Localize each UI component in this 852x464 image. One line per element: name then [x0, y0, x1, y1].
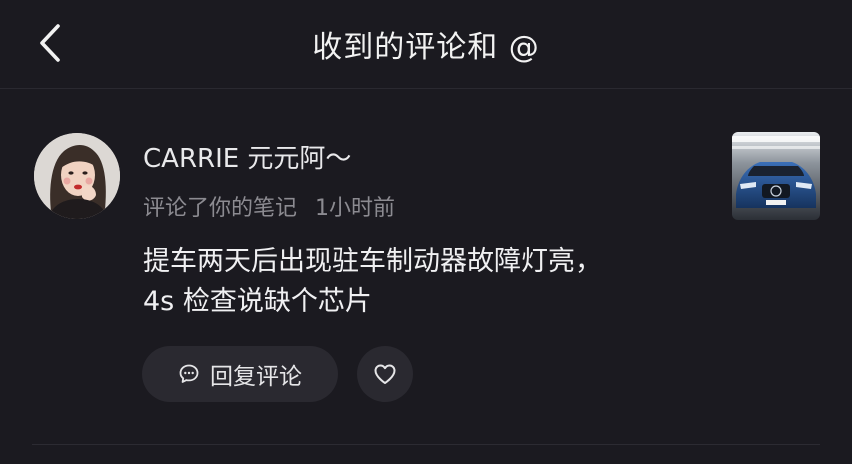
action-text: 评论了你的笔记 — [143, 196, 298, 221]
item-divider — [32, 444, 820, 445]
header: 收到的评论和 @ — [0, 0, 852, 88]
heart-outline-icon — [374, 364, 396, 384]
comment-text[interactable]: 提车两天后出现驻车制动器故障灯亮， 4s 检查说缺个芯片 — [143, 242, 703, 322]
reply-comment-button[interactable]: 回复评论 — [142, 346, 338, 402]
avatar-image — [34, 133, 120, 219]
user-name[interactable]: CARRIE 元元阿～ — [143, 138, 351, 175]
comments-screen: 收到的评论和 @ CARRIE 元元阿～ 评论了你的笔记 1小时前 提车两天后出… — [0, 0, 852, 464]
comment-bubble-icon — [179, 364, 199, 383]
reply-comment-label: 回复评论 — [210, 364, 302, 390]
timestamp: 1小时前 — [315, 196, 396, 221]
comment-text-line: 提车两天后出现驻车制动器故障灯亮， — [143, 246, 602, 277]
note-thumbnail[interactable] — [732, 132, 820, 220]
comment-meta: 评论了你的笔记 1小时前 — [143, 190, 395, 222]
car-image — [732, 132, 820, 220]
comment-text-line: 4s 检查说缺个芯片 — [143, 286, 372, 317]
header-divider — [0, 88, 852, 89]
page-title: 收到的评论和 @ — [312, 30, 540, 65]
avatar[interactable] — [34, 133, 120, 219]
like-button[interactable] — [357, 346, 413, 402]
